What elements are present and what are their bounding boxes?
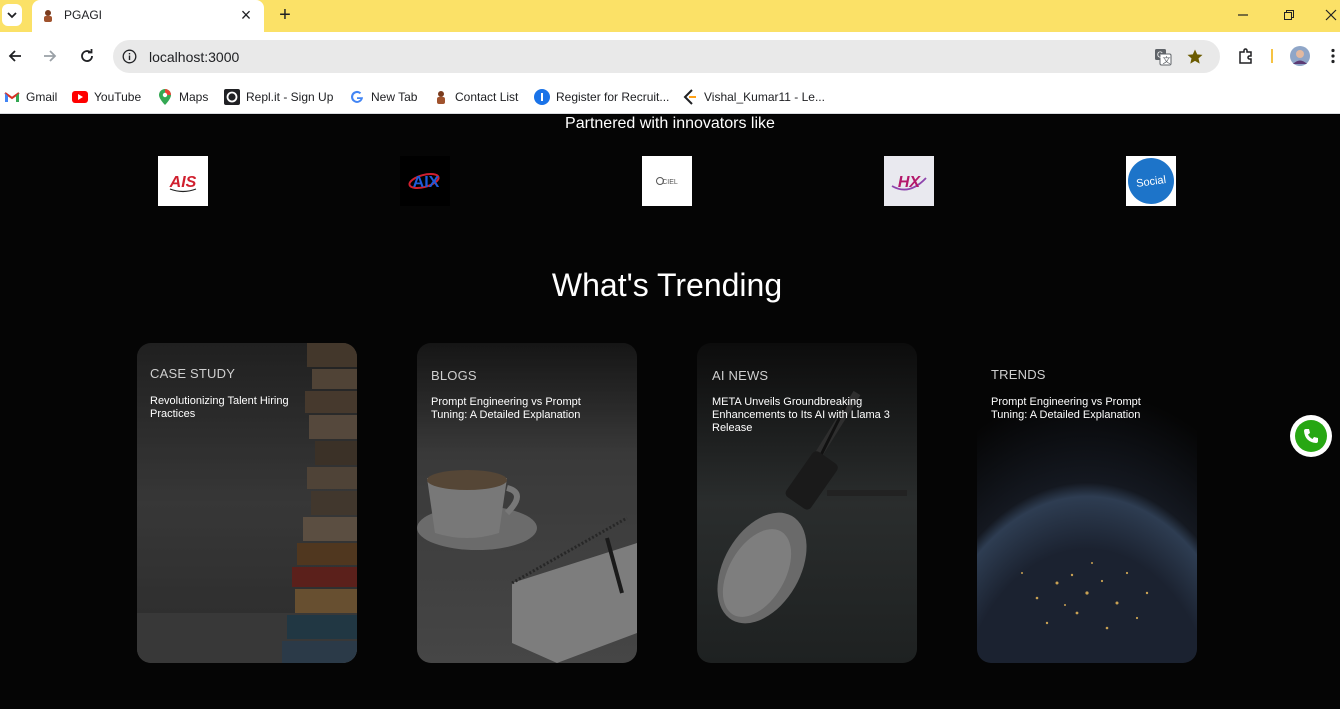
bookmark-label: Repl.it - Sign Up bbox=[246, 90, 334, 104]
trending-title: What's Trending bbox=[551, 267, 783, 303]
partner-logo-ais[interactable]: AIS bbox=[158, 156, 208, 206]
avatar-icon bbox=[1290, 46, 1310, 66]
card-title: Prompt Engineering vs Prompt Tuning: A D… bbox=[991, 396, 1141, 421]
partners-heading: Partnered with innovators like bbox=[565, 115, 775, 132]
svg-text:HX: HX bbox=[898, 174, 922, 191]
bookmark-label: Vishal_Kumar11 - Le... bbox=[704, 90, 825, 104]
bookmark-leetcode[interactable]: Vishal_Kumar11 - Le... bbox=[682, 86, 825, 108]
card-category: BLOGS bbox=[431, 368, 477, 383]
call-button[interactable] bbox=[1290, 415, 1332, 457]
bookmark-star-button[interactable] bbox=[1185, 47, 1205, 67]
close-window-button[interactable] bbox=[1318, 4, 1340, 26]
phone-icon bbox=[1304, 429, 1318, 443]
partner-logo-social[interactable]: Social bbox=[1126, 156, 1176, 206]
partner-logo-ciel[interactable]: CIEL bbox=[642, 156, 692, 206]
bookmark-label: Contact List bbox=[455, 90, 519, 104]
browser-tab[interactable]: PGAGI × bbox=[32, 0, 264, 32]
restore-icon bbox=[1284, 10, 1294, 20]
forward-button[interactable] bbox=[38, 44, 62, 68]
card-category: AI NEWS bbox=[712, 368, 769, 383]
chrome-menu-button[interactable] bbox=[1326, 45, 1340, 67]
earth-night-image bbox=[977, 343, 1197, 663]
bookmark-label: Register for Recruit... bbox=[556, 90, 670, 104]
card-category: TRENDS bbox=[991, 367, 1046, 382]
extensions-button[interactable] bbox=[1235, 45, 1257, 67]
tab-search-button[interactable] bbox=[2, 4, 22, 26]
star-icon bbox=[1187, 49, 1203, 64]
site-favicon-icon bbox=[44, 10, 52, 22]
browser-toolbar: localhost:3000 G文 bbox=[0, 32, 1340, 80]
restore-button[interactable] bbox=[1276, 4, 1302, 26]
social-logo-icon: Social bbox=[1128, 158, 1174, 204]
minimize-icon bbox=[1238, 14, 1248, 16]
bookmark-maps[interactable]: Maps bbox=[157, 86, 208, 108]
bookmark-label: New Tab bbox=[371, 90, 418, 104]
site-info-icon[interactable] bbox=[122, 49, 137, 64]
chevron-down-icon bbox=[7, 12, 17, 19]
puzzle-icon bbox=[1239, 48, 1252, 64]
leetcode-icon bbox=[682, 89, 698, 105]
arrow-left-icon bbox=[8, 50, 21, 62]
reload-button[interactable] bbox=[75, 44, 99, 68]
tab-title: PGAGI bbox=[64, 8, 103, 22]
bookmark-new-tab[interactable]: New Tab bbox=[349, 86, 417, 108]
svg-text:AIS: AIS bbox=[169, 174, 197, 191]
register-icon bbox=[534, 89, 550, 105]
microphone-image bbox=[697, 343, 917, 663]
new-tab-button[interactable]: + bbox=[274, 3, 296, 27]
back-button[interactable] bbox=[3, 44, 27, 68]
bookmark-label: Gmail bbox=[26, 90, 58, 104]
contact-list-icon bbox=[433, 89, 449, 105]
profile-avatar[interactable] bbox=[1289, 45, 1311, 67]
gmail-icon bbox=[4, 89, 20, 105]
bookmark-contact-list[interactable]: Contact List bbox=[433, 86, 518, 108]
trending-card-trends[interactable]: TRENDS Prompt Engineering vs Prompt Tuni… bbox=[977, 343, 1197, 663]
trending-card-blogs[interactable]: BLOGS Prompt Engineering vs Prompt Tunin… bbox=[417, 343, 637, 663]
url-text[interactable]: localhost:3000 bbox=[149, 49, 239, 65]
minimize-button[interactable] bbox=[1230, 4, 1256, 26]
bookmark-gmail[interactable]: Gmail bbox=[4, 86, 57, 108]
bookmark-label: YouTube bbox=[94, 90, 142, 104]
bookmark-register[interactable]: Register for Recruit... bbox=[534, 86, 669, 108]
translate-button[interactable]: G文 bbox=[1153, 47, 1173, 67]
close-icon bbox=[1325, 9, 1337, 21]
coffee-notebook-image bbox=[417, 343, 637, 663]
card-title: META Unveils Groundbreaking Enhancements… bbox=[712, 396, 890, 434]
trending-card-ai-news[interactable]: AI NEWS META Unveils Groundbreaking Enha… bbox=[697, 343, 917, 663]
call-button-inner bbox=[1295, 420, 1327, 452]
books-image bbox=[137, 343, 357, 663]
bookmark-label: Maps bbox=[179, 90, 209, 104]
address-bar[interactable]: localhost:3000 G文 bbox=[113, 40, 1220, 73]
card-title: Revolutionizing Talent Hiring Practices bbox=[150, 395, 289, 420]
card-category: CASE STUDY bbox=[150, 366, 236, 381]
arrow-right-icon bbox=[44, 50, 57, 62]
bookmarks-bar: Gmail YouTube Maps Repl.it - Sign Up New… bbox=[0, 80, 1340, 114]
page-content: Partnered with innovators like AIS AIX C… bbox=[0, 115, 1340, 709]
toolbar-divider bbox=[1271, 49, 1273, 63]
translate-icon: G文 bbox=[1155, 49, 1172, 66]
svg-text:AIX: AIX bbox=[413, 174, 440, 191]
svg-text:文: 文 bbox=[1163, 55, 1171, 65]
ciel-logo-icon: CIEL bbox=[656, 177, 678, 186]
bookmark-youtube[interactable]: YouTube bbox=[72, 86, 141, 108]
bookmark-replit[interactable]: Repl.it - Sign Up bbox=[224, 86, 333, 108]
replit-icon bbox=[224, 89, 240, 105]
aix-logo-icon: AIX bbox=[408, 173, 440, 191]
svg-text:CIEL: CIEL bbox=[662, 179, 678, 186]
hx-logo-icon: HX bbox=[891, 174, 927, 191]
ais-logo-icon: AIS bbox=[169, 174, 197, 193]
partner-logo-aix[interactable]: AIX bbox=[400, 156, 450, 206]
more-vert-icon bbox=[1331, 48, 1335, 64]
tab-close-icon[interactable]: × bbox=[236, 5, 256, 25]
youtube-icon bbox=[72, 89, 88, 105]
partner-logo-hx[interactable]: HX bbox=[884, 156, 934, 206]
maps-icon bbox=[157, 89, 173, 105]
reload-icon bbox=[81, 49, 93, 62]
google-icon bbox=[349, 89, 365, 105]
trending-card-case-study[interactable]: CASE STUDY Revolutionizing Talent Hiring… bbox=[137, 343, 357, 663]
card-title: Prompt Engineering vs Prompt Tuning: A D… bbox=[431, 396, 581, 421]
tab-strip: PGAGI × + bbox=[0, 0, 1340, 32]
